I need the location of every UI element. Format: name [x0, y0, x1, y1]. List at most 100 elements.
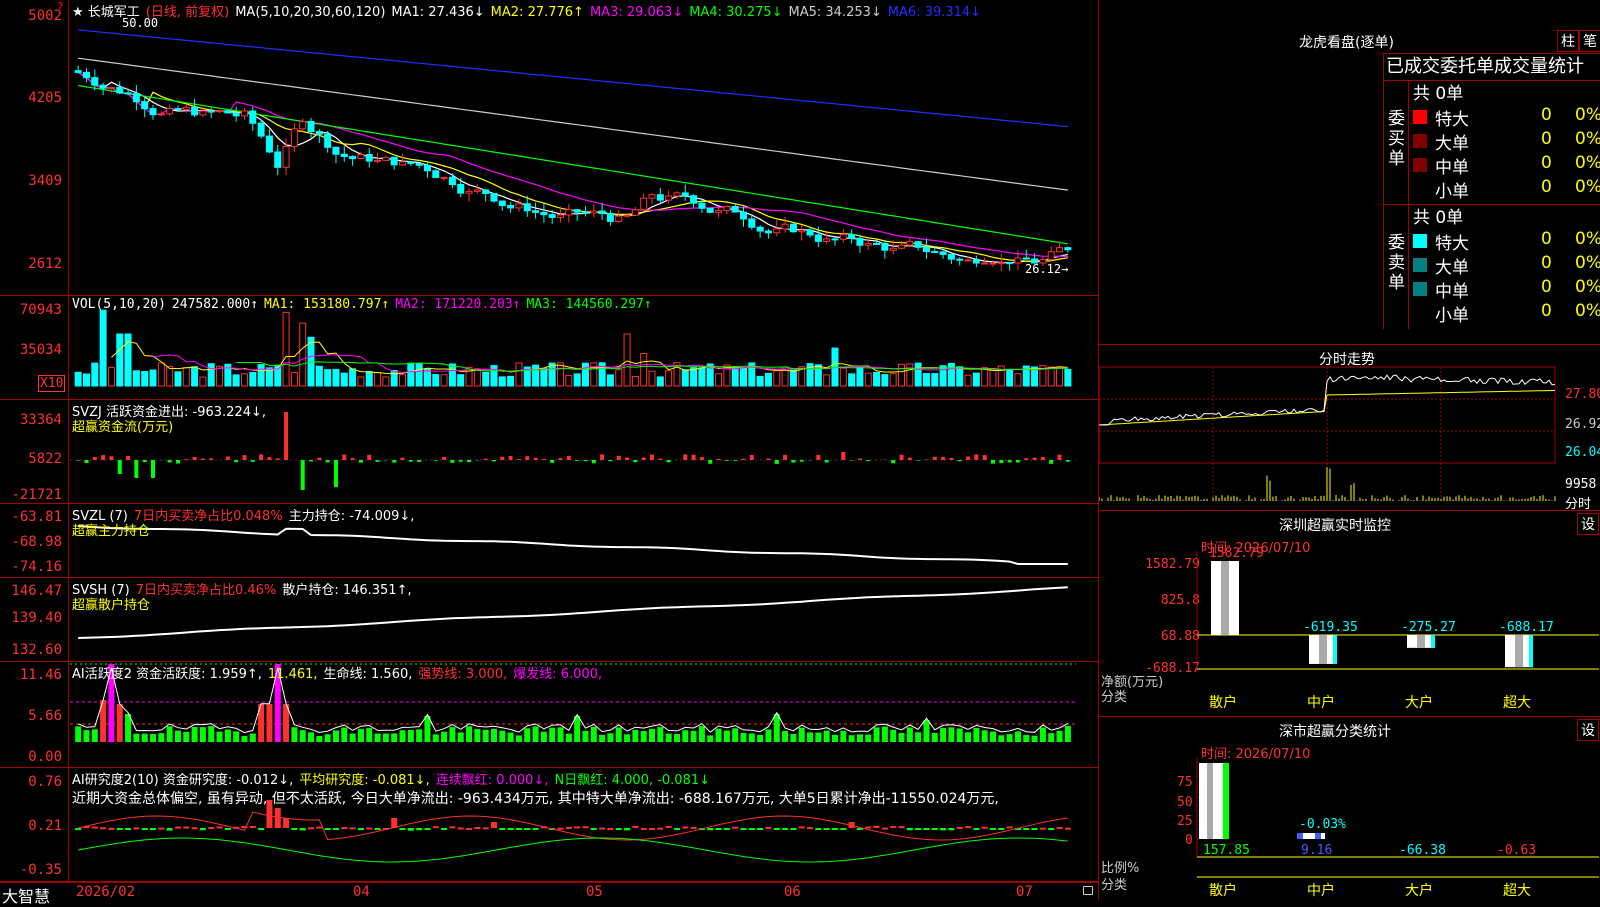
flow-bar — [176, 460, 180, 464]
candle-body — [300, 121, 306, 128]
candle-body — [275, 152, 281, 167]
flow-bar — [118, 460, 122, 474]
flow-bar — [816, 455, 820, 460]
volume-panel[interactable]: 70943 35034 X10 VOL(5,10,20)247582.000↑M… — [0, 296, 1098, 400]
period-label[interactable]: (日线, 前复权) — [146, 5, 229, 20]
color-swatch — [1413, 110, 1427, 124]
flow-bar — [825, 460, 829, 463]
flow-bar — [966, 457, 970, 460]
ma-value: MA3: 29.063↓ — [590, 5, 683, 20]
lock-icon[interactable] — [1083, 886, 1093, 895]
activity-bar — [358, 729, 364, 742]
svsh-panel[interactable]: 146.47 139.40 132.60 SVSH (7)7日内买卖净占比0.4… — [0, 578, 1098, 662]
research-bar — [1007, 826, 1013, 828]
activity-bar — [541, 732, 547, 742]
research-bar — [466, 828, 472, 830]
candle-body — [874, 243, 880, 244]
candle-body — [948, 254, 954, 259]
research-bar — [433, 826, 439, 828]
activity-bar — [291, 727, 297, 742]
research-bar — [142, 828, 148, 830]
volume-bar — [641, 354, 647, 387]
classify-bar-value: -66.38 — [1399, 843, 1446, 858]
research-bar — [92, 827, 98, 829]
activity-bar — [167, 726, 173, 742]
research-bar — [250, 826, 256, 828]
flow-bar — [667, 460, 671, 462]
research-bar — [691, 827, 697, 829]
ai-research-panel[interactable]: 0.76 0.21 -0.35 AI研究度2(10) 资金研究度: -0.012… — [0, 768, 1098, 882]
activity-bar — [533, 726, 539, 742]
candle-body — [1048, 252, 1054, 260]
classify-bar-shade — [1207, 763, 1213, 839]
ma-label: MA(5,10,20,30,60,120) — [235, 5, 385, 20]
flow-bar — [492, 460, 496, 461]
color-swatch — [1413, 258, 1427, 272]
flow-bar — [683, 454, 687, 460]
order-type: 大单 — [1435, 129, 1469, 154]
activity-bar — [499, 731, 505, 742]
volume-bar — [699, 368, 705, 386]
research-bar — [499, 828, 505, 830]
research-bar — [408, 828, 414, 831]
research-bar — [1023, 828, 1029, 830]
svzj-panel[interactable]: 33364 5822 -21721 SVZJ 活跃资金进出: -963.224↓… — [0, 400, 1098, 504]
research-bar — [1032, 828, 1038, 830]
volume-bar — [175, 372, 181, 386]
candle-body — [982, 263, 988, 264]
kline-chart[interactable] — [0, 0, 1098, 296]
candle-body — [799, 230, 805, 232]
flow-bar — [1058, 455, 1062, 460]
activity-bar — [574, 716, 580, 742]
activity-bar — [632, 730, 638, 742]
tick-view-button[interactable]: 笔 — [1579, 30, 1600, 52]
candle-body — [325, 134, 331, 147]
kline-panel[interactable]: 5002 4205 3409 2612 ? ★ 长城军工(日线, 前复权)MA(… — [0, 0, 1098, 296]
research-bar — [158, 828, 164, 830]
flow-bar — [592, 460, 596, 463]
research-bar — [225, 828, 231, 830]
activity-bar — [391, 733, 397, 742]
ai-research-title: AI研究度2(10) 资金研究度: -0.012↓, — [72, 773, 293, 788]
flow-bar — [567, 456, 571, 460]
volume-bar — [92, 363, 98, 386]
candle-body — [383, 157, 389, 160]
volume-bar — [333, 369, 339, 386]
candle-body — [732, 206, 738, 212]
candle-body — [782, 224, 788, 229]
volume-title: VOL(5,10,20) — [72, 297, 166, 312]
volume-bar — [483, 372, 489, 386]
column-view-button[interactable]: 柱 — [1557, 30, 1579, 52]
ai-activity-panel[interactable]: 11.46 5.66 0.00 AI活跃度2 资金活跃度: 1.959↑,11.… — [0, 662, 1098, 768]
svzl-panel[interactable]: -63.81 -68.98 -74.16 SVZL (7)7日内买卖净占比0.0… — [0, 504, 1098, 578]
candle-body — [857, 238, 863, 245]
research-bar — [167, 828, 173, 831]
research-bar — [1057, 827, 1063, 829]
activity-bar — [341, 728, 347, 742]
svzl-ratio: 7日内买卖净占比0.048% — [134, 509, 283, 524]
research-bar — [957, 827, 963, 829]
candle-body — [150, 109, 156, 115]
ai-burst-line: 爆发线: 6.000, — [513, 667, 602, 682]
candle-body — [840, 234, 846, 239]
order-count: 0 — [1541, 105, 1552, 125]
volume-bar — [208, 364, 214, 386]
intraday-chart[interactable] — [1099, 345, 1600, 511]
x-axis-label: 2026/02 — [76, 884, 135, 900]
volume-bar — [325, 370, 331, 386]
activity-bar — [549, 728, 555, 742]
candle-body — [932, 251, 938, 252]
intraday-panel[interactable]: 分时走势 27.80 26.92 26.04 9958 分时 — [1098, 344, 1600, 510]
candle-body — [973, 260, 979, 263]
flow-bar — [417, 460, 421, 462]
volume-bar — [574, 374, 580, 386]
research-bar — [682, 827, 688, 829]
order-pct: 0% — [1575, 301, 1600, 321]
flow-bar — [376, 460, 380, 462]
flow-bar — [392, 460, 396, 463]
research-bar — [824, 828, 830, 830]
monitor-bar-edge — [1333, 635, 1337, 664]
activity-bar — [732, 728, 738, 742]
stock-name[interactable]: ★ 长城军工 — [72, 5, 140, 20]
flow-bar — [259, 454, 263, 460]
